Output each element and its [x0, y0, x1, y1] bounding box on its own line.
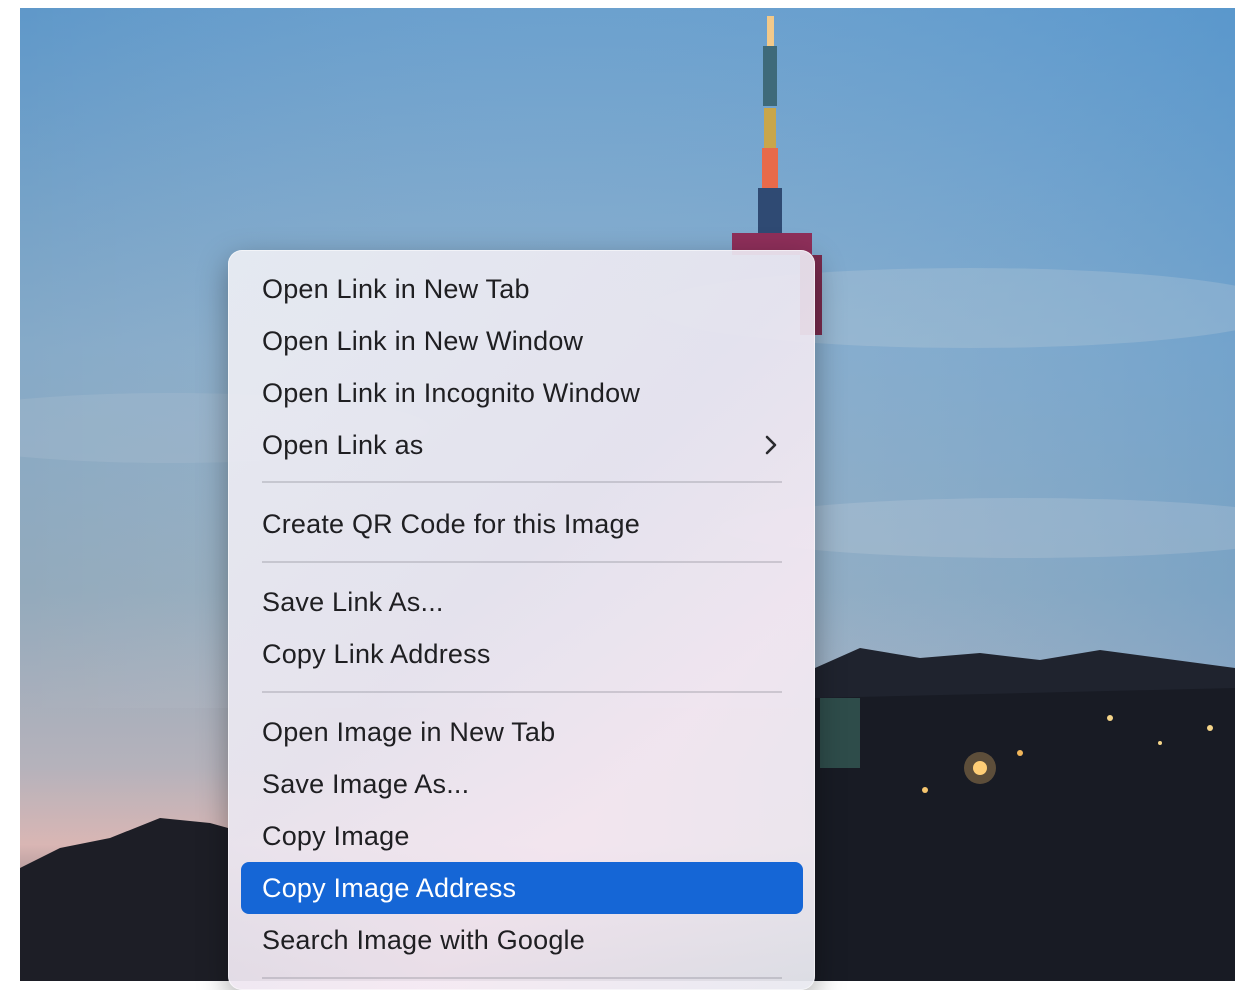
- menu-item-label: Copy Image Address: [262, 873, 517, 903]
- menu-item-label: Save Link As...: [262, 587, 444, 617]
- menu-item-label: Search Image with Google: [262, 925, 585, 955]
- menu-item-open-link-as[interactable]: Open Link as: [241, 419, 803, 471]
- menu-item-open-link-incognito[interactable]: Open Link in Incognito Window: [241, 367, 803, 419]
- menu-item-create-qr-code[interactable]: Create QR Code for this Image: [241, 498, 803, 550]
- menu-item-open-image-new-tab[interactable]: Open Image in New Tab: [241, 706, 803, 758]
- menu-item-label: Open Link in New Tab: [262, 274, 530, 304]
- menu-item-copy-image-address[interactable]: Copy Image Address: [241, 862, 803, 914]
- menu-item-label: Copy Link Address: [262, 639, 491, 669]
- menu-separator: [262, 481, 782, 483]
- menu-separator: [262, 977, 782, 979]
- menu-item-label: Create QR Code for this Image: [262, 509, 640, 539]
- menu-separator: [262, 561, 782, 563]
- menu-item-save-link-as[interactable]: Save Link As...: [241, 576, 803, 628]
- menu-item-save-image-as[interactable]: Save Image As...: [241, 758, 803, 810]
- menu-item-open-link-new-window[interactable]: Open Link in New Window: [241, 315, 803, 367]
- menu-item-copy-image[interactable]: Copy Image: [241, 810, 803, 862]
- menu-separator: [262, 691, 782, 693]
- menu-item-label: Save Image As...: [262, 769, 470, 799]
- context-menu: Open Link in New Tab Open Link in New Wi…: [228, 250, 815, 990]
- menu-item-label: Open Link in New Window: [262, 326, 584, 356]
- menu-item-open-link-new-tab[interactable]: Open Link in New Tab: [241, 263, 803, 315]
- menu-item-label: Open Link in Incognito Window: [262, 378, 641, 408]
- chevron-right-icon: [761, 419, 781, 471]
- menu-item-copy-link-address[interactable]: Copy Link Address: [241, 628, 803, 680]
- menu-item-label: Open Image in New Tab: [262, 717, 556, 747]
- menu-item-label: Open Link as: [262, 430, 424, 460]
- menu-item-search-image-google[interactable]: Search Image with Google: [241, 914, 803, 966]
- menu-item-label: Copy Image: [262, 821, 410, 851]
